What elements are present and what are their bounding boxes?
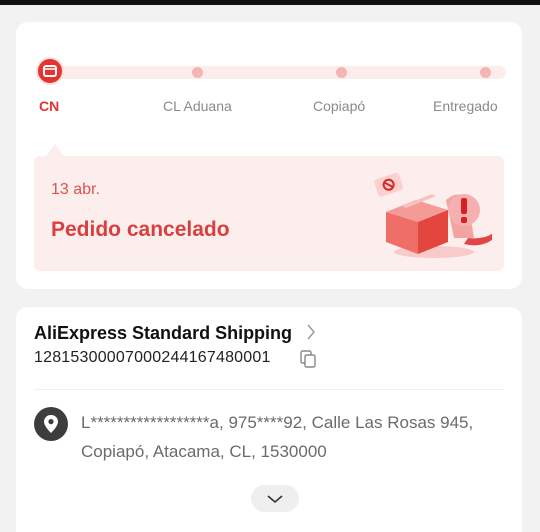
step-label-delivered: Entregado [433, 98, 498, 114]
chevron-right-icon[interactable] [306, 323, 316, 341]
progress-dot-customs [192, 67, 203, 78]
status-title: Pedido cancelado [51, 218, 230, 241]
copy-icon[interactable] [300, 350, 316, 368]
tracking-progress-card: CN CL Aduana Copiapó Entregado 13 abr. P… [16, 22, 522, 289]
cancelled-package-icon [374, 172, 492, 258]
tracking-number: 12815300007000244167480001 [34, 349, 271, 366]
status-date: 13 abr. [51, 181, 100, 198]
shipping-info-card: AliExpress Standard Shipping 12815300007… [16, 307, 522, 532]
step-label-city: Copiapó [313, 98, 366, 114]
delivery-address: L******************a, 975****92, Calle L… [81, 413, 474, 461]
chevron-down-icon [267, 494, 283, 503]
china-origin-icon [36, 57, 64, 85]
progress-dot-delivered [480, 67, 491, 78]
divider [34, 389, 504, 390]
shipping-carrier-link[interactable]: AliExpress Standard Shipping [34, 323, 292, 344]
progress-dot-city [336, 67, 347, 78]
step-label-customs: CL Aduana [163, 98, 232, 114]
callout-notch [46, 144, 64, 156]
order-status-box: 13 abr. Pedido cancelado [34, 156, 504, 271]
progress-track [52, 66, 506, 79]
step-label-origin: CN [39, 98, 60, 114]
status-bar [0, 0, 540, 5]
expand-button[interactable] [251, 485, 299, 512]
location-pin-icon [34, 407, 68, 441]
